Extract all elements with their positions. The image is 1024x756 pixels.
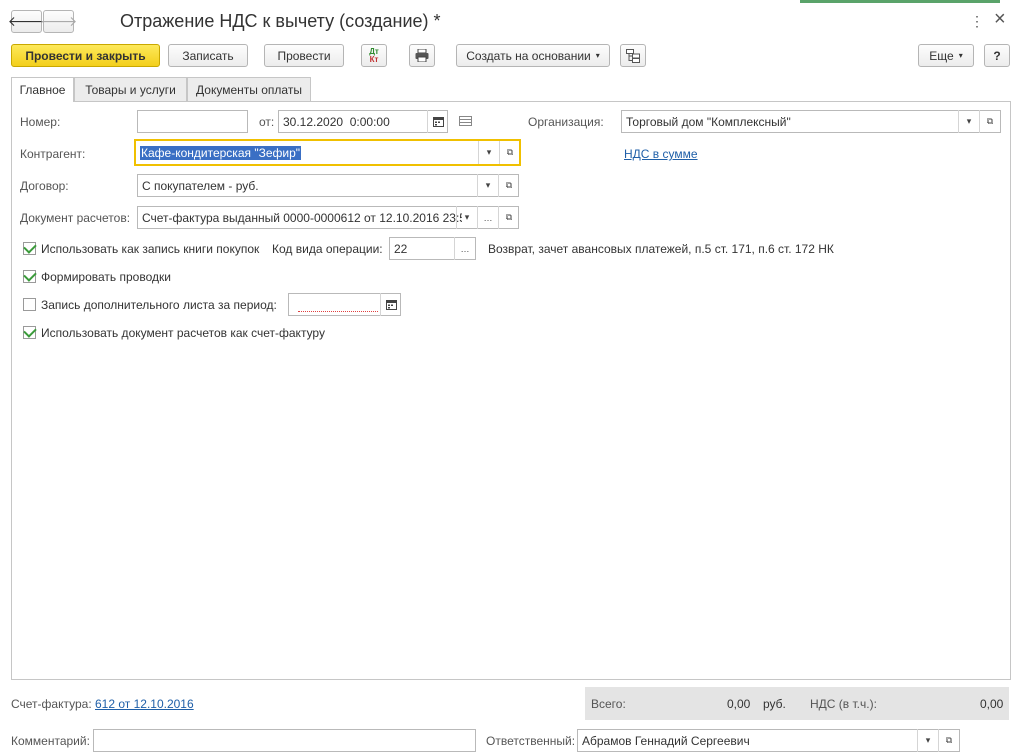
op-code-description: Возврат, зачет авансовых платежей, п.5 с… <box>488 242 834 256</box>
help-button[interactable]: ? <box>984 44 1010 67</box>
arrow-right-icon: 🡒 <box>39 13 78 29</box>
date-label: от: <box>259 115 275 129</box>
more-label: Еще <box>929 48 954 63</box>
currency-label: руб. <box>763 697 786 711</box>
tab-payment-docs[interactable]: Документы оплаты <box>187 77 311 101</box>
totals-panel <box>585 687 1009 720</box>
period-calendar-button[interactable] <box>380 293 401 316</box>
total-value: 0,00 <box>727 697 751 711</box>
total-label: Всего: <box>591 697 626 711</box>
use-settle-as-invoice-label: Использовать документ расчетов как счет-… <box>41 326 325 340</box>
post-and-close-button[interactable]: Провести и закрыть <box>11 44 160 67</box>
tab-goods-services[interactable]: Товары и услуги <box>74 77 187 101</box>
kt-text: Кт <box>369 54 379 64</box>
use-settle-as-invoice-checkbox[interactable] <box>23 326 36 339</box>
calendar-icon <box>385 300 397 310</box>
responsible-open-button[interactable]: ⧉ <box>938 729 959 752</box>
period-required-underline <box>298 311 378 312</box>
top-accent-line <box>800 0 1000 3</box>
contractor-input[interactable]: Кафе-кондитерская "Зефир" <box>134 139 521 166</box>
responsible-input[interactable]: Абрамов Геннадий Сергеевич <box>577 729 960 752</box>
calendar-icon <box>432 117 444 127</box>
tab-main[interactable]: Главное <box>11 77 74 102</box>
contractor-open-button[interactable]: ⧉ <box>499 141 520 164</box>
organization-dropdown-button[interactable]: ▾ <box>958 110 979 133</box>
close-icon[interactable]: × <box>994 8 1006 31</box>
settlement-doc-value: Счет-фактура выданный 0000-0000612 от 12… <box>142 210 462 225</box>
extra-sheet-label: Запись дополнительного листа за период: <box>41 298 277 312</box>
contractor-value: Кафе-кондитерская "Зефир" <box>140 145 302 160</box>
settlement-doc-open-button[interactable]: ⧉ <box>498 206 519 229</box>
save-button[interactable]: Записать <box>168 44 248 67</box>
create-based-on-label: Создать на основании <box>466 48 591 63</box>
settlement-doc-select-button[interactable]: … <box>477 206 498 229</box>
responsible-value: Абрамов Геннадий Сергеевич <box>582 733 750 748</box>
settlement-doc-dropdown-button[interactable]: ▾ <box>456 206 477 229</box>
print-button[interactable] <box>409 44 435 67</box>
contract-value: С покупателем - руб. <box>142 178 259 193</box>
more-button[interactable]: Еще ▾ <box>918 44 974 67</box>
number-label: Номер: <box>20 115 61 129</box>
structure-icon <box>626 48 640 63</box>
comment-label: Комментарий: <box>11 734 90 748</box>
dt-kt-button[interactable]: Дт Кт <box>361 44 387 67</box>
comment-note-icon[interactable] <box>459 116 472 126</box>
form-entries-label: Формировать проводки <box>41 270 171 284</box>
vat-total-label: НДС (в т.ч.): <box>810 697 877 711</box>
use-purchase-book-checkbox[interactable] <box>23 242 36 255</box>
contract-dropdown-button[interactable]: ▾ <box>477 174 498 197</box>
back-button[interactable]: 🡐 <box>8 10 45 33</box>
op-code-select-button[interactable]: … <box>454 237 475 260</box>
printer-icon <box>415 49 429 62</box>
post-button[interactable]: Провести <box>264 44 344 67</box>
form-entries-checkbox[interactable] <box>23 270 36 283</box>
contract-input[interactable]: С покупателем - руб. <box>137 174 519 197</box>
contract-open-button[interactable]: ⧉ <box>498 174 519 197</box>
op-code-label: Код вида операции: <box>272 242 383 256</box>
extra-sheet-checkbox[interactable] <box>23 298 36 311</box>
organization-value: Торговый дом "Комплексный" <box>626 114 791 129</box>
window-menu-icon[interactable]: ⋮ <box>970 13 984 30</box>
responsible-dropdown-button[interactable]: ▾ <box>917 729 938 752</box>
dropdown-arrow-icon: ▾ <box>595 51 600 60</box>
vat-in-amount-link[interactable]: НДС в сумме <box>624 147 698 161</box>
organization-open-button[interactable]: ⧉ <box>979 110 1000 133</box>
structure-button[interactable] <box>620 44 646 67</box>
dt-kt-icon: Дт Кт <box>369 47 379 64</box>
contractor-label: Контрагент: <box>20 147 86 161</box>
organization-label: Организация: <box>528 115 604 129</box>
window-title: Отражение НДС к вычету (создание) * <box>120 11 441 31</box>
create-based-on-button[interactable]: Создать на основании ▾ <box>456 44 610 67</box>
dropdown-arrow-icon: ▾ <box>958 51 963 60</box>
responsible-label: Ответственный: <box>486 734 576 748</box>
settlement-doc-label: Документ расчетов: <box>20 211 131 225</box>
calendar-button[interactable] <box>427 110 448 133</box>
op-code-value: 22 <box>394 241 408 256</box>
date-input[interactable]: 30.12.2020 0:00:00 <box>278 110 448 133</box>
contract-label: Договор: <box>20 179 69 193</box>
number-input[interactable] <box>137 110 248 133</box>
forward-button[interactable]: 🡒 <box>40 10 77 33</box>
use-purchase-book-label: Использовать как запись книги покупок <box>41 242 260 256</box>
comment-input[interactable] <box>93 729 476 752</box>
organization-input[interactable]: Торговый дом "Комплексный" <box>621 110 1001 133</box>
invoice-link[interactable]: 612 от 12.10.2016 <box>95 697 194 711</box>
contractor-dropdown-button[interactable]: ▾ <box>478 141 499 164</box>
invoice-label: Счет-фактура: <box>11 697 92 711</box>
date-value: 30.12.2020 0:00:00 <box>283 114 390 129</box>
vat-total-value: 0,00 <box>980 697 1004 711</box>
